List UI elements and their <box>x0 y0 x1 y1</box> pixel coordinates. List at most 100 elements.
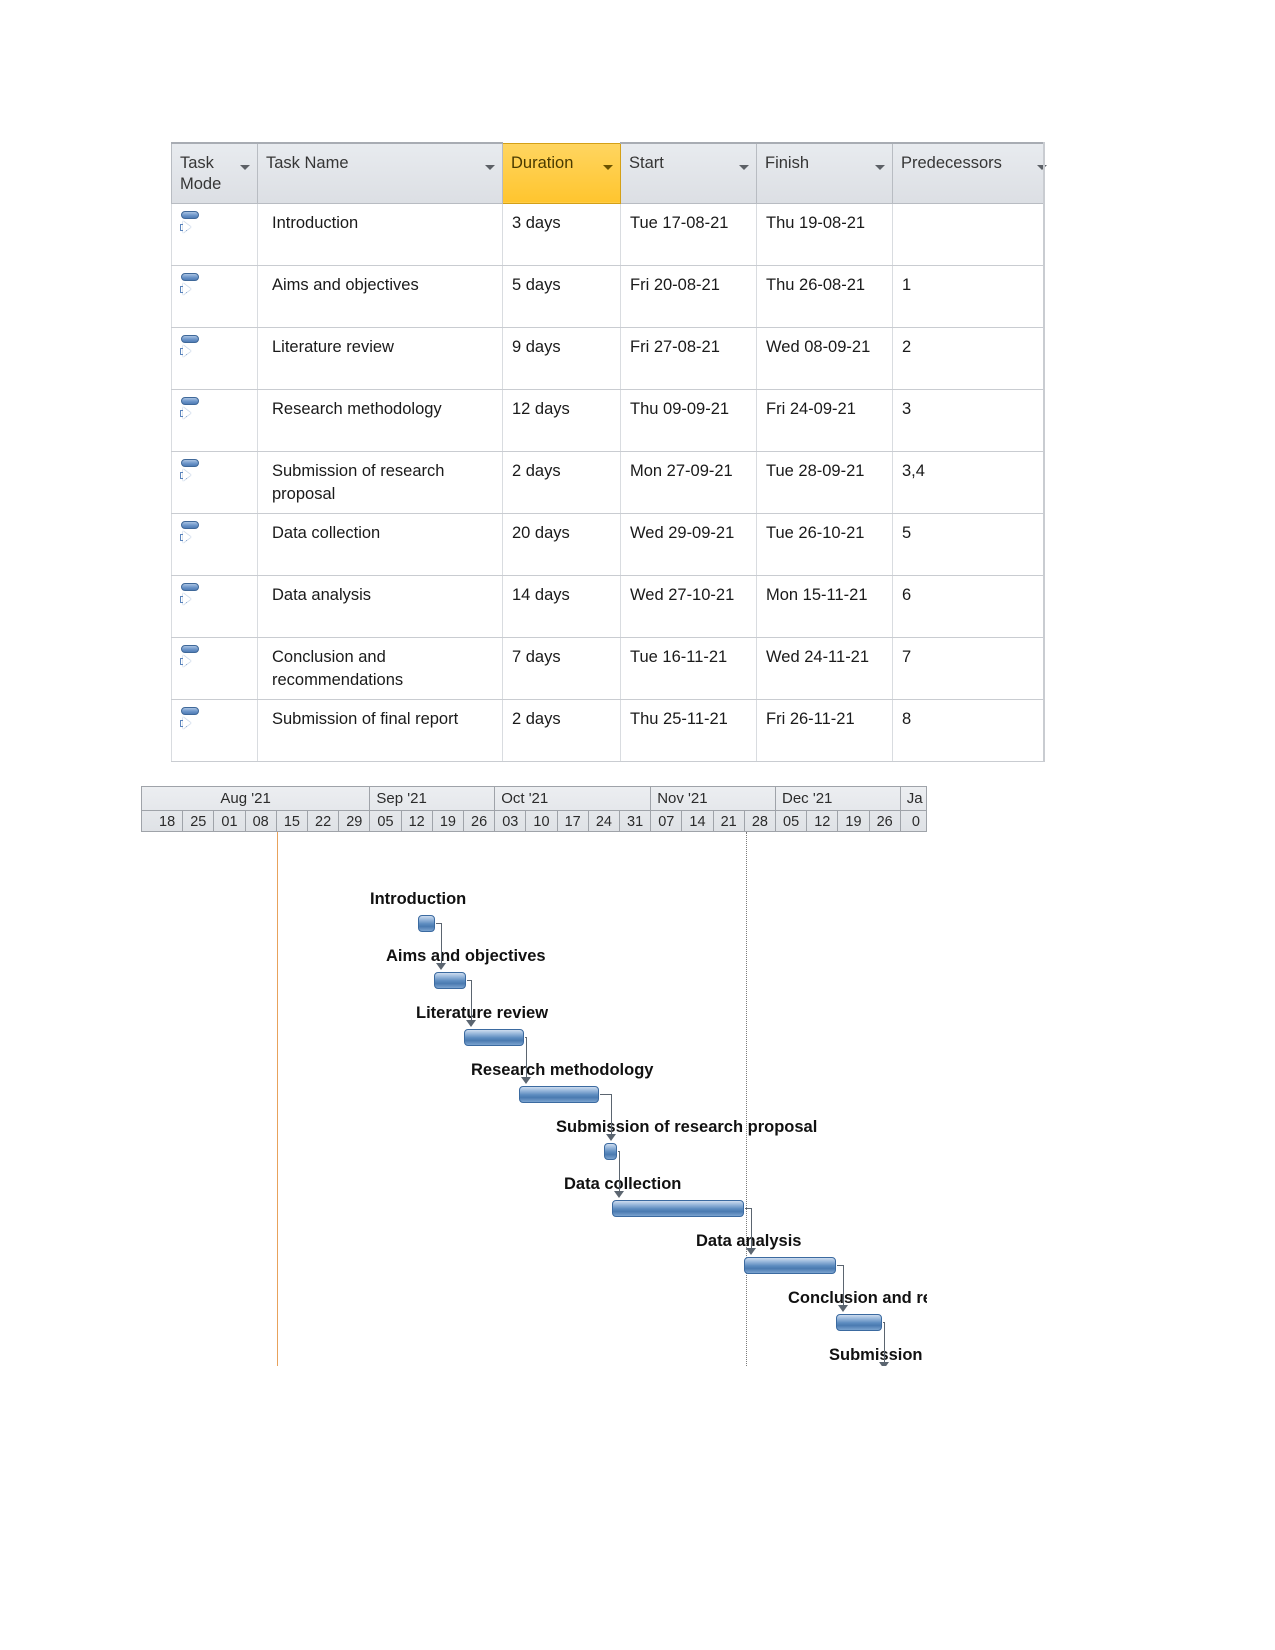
table-row[interactable]: Data collection 20 days Wed 29-09-21 Tue 26… <box>171 513 1044 577</box>
cell-duration[interactable]: 2 days <box>502 699 621 763</box>
table-row[interactable]: Data analysis 14 days Wed 27-10-21 Mon 15-1… <box>171 575 1044 639</box>
filter-dropdown-icon[interactable] <box>739 165 749 170</box>
cell-finish[interactable]: Thu 19-08-21 <box>756 203 893 267</box>
column-header-start[interactable]: Start <box>620 142 757 205</box>
cell-task-name[interactable]: Submission of research proposal <box>257 451 503 515</box>
gantt-week-cell: 07 <box>651 811 683 831</box>
cell-task-mode[interactable] <box>171 699 258 763</box>
cell-start[interactable]: Wed 27-10-21 <box>620 575 757 639</box>
cell-task-name[interactable]: Data collection <box>257 513 503 577</box>
cell-task-name[interactable]: Conclusion and recommendations <box>257 637 503 701</box>
cell-predecessors[interactable]: 2 <box>892 327 1044 391</box>
column-header-predecessors[interactable]: Predecessors <box>892 142 1047 205</box>
cell-task-name[interactable]: Research methodology <box>257 389 503 453</box>
gantt-bar[interactable] <box>434 972 466 989</box>
cell-task-name[interactable]: Literature review <box>257 327 503 391</box>
cell-finish[interactable]: Mon 15-11-21 <box>756 575 893 639</box>
cell-finish[interactable]: Tue 28-09-21 <box>756 451 893 515</box>
table-row[interactable]: Submission of final report 2 days Thu 25-1… <box>171 699 1044 763</box>
cell-predecessors[interactable]: 3 <box>892 389 1044 453</box>
gantt-week-cell: 21 <box>714 811 745 831</box>
gantt-bar[interactable] <box>744 1257 836 1274</box>
gantt-bar[interactable] <box>464 1029 524 1046</box>
cell-task-mode[interactable] <box>171 389 258 453</box>
task-table[interactable]: Task Mode Task Name Duration Start Finis… <box>171 142 1047 763</box>
cell-task-mode[interactable] <box>171 265 258 329</box>
cell-finish[interactable]: Fri 26-11-21 <box>756 699 893 763</box>
column-header-task-name[interactable]: Task Name <box>257 142 503 205</box>
cell-finish[interactable]: Fri 24-09-21 <box>756 389 893 453</box>
table-row[interactable]: Introduction 3 days Tue 17-08-21 Thu 19-08-… <box>171 203 1044 267</box>
column-header-duration[interactable]: Duration <box>502 142 621 205</box>
table-row[interactable]: Literature review 9 days Fri 27-08-21 Wed 0… <box>171 327 1044 391</box>
cell-start[interactable]: Tue 16-11-21 <box>620 637 757 701</box>
cell-predecessors[interactable]: 3,4 <box>892 451 1044 515</box>
gantt-week-cell: 22 <box>308 811 340 831</box>
cell-duration-text: 5 days <box>512 276 561 295</box>
filter-dropdown-icon[interactable] <box>240 165 250 170</box>
cell-task-name[interactable]: Submission of final report <box>257 699 503 763</box>
cell-task-name[interactable]: Data analysis <box>257 575 503 639</box>
cell-start[interactable]: Mon 27-09-21 <box>620 451 757 515</box>
cell-duration[interactable]: 2 days <box>502 451 621 515</box>
cell-task-mode[interactable] <box>171 575 258 639</box>
cell-start[interactable]: Thu 25-11-21 <box>620 699 757 763</box>
cell-finish[interactable]: Thu 26-08-21 <box>756 265 893 329</box>
cell-task-mode[interactable] <box>171 327 258 391</box>
cell-task-name-text: Data collection <box>272 524 381 543</box>
cell-predecessors[interactable]: 1 <box>892 265 1044 329</box>
gantt-bar[interactable] <box>519 1086 599 1103</box>
gantt-week-cell: 12 <box>807 811 839 831</box>
cell-finish[interactable]: Wed 08-09-21 <box>756 327 893 391</box>
gantt-month-cell: Nov '21 <box>651 787 776 810</box>
cell-duration[interactable]: 3 days <box>502 203 621 267</box>
cell-task-name-text: Introduction <box>272 214 359 233</box>
cell-duration[interactable]: 5 days <box>502 265 621 329</box>
cell-task-name[interactable]: Aims and objectives <box>257 265 503 329</box>
cell-start[interactable]: Fri 27-08-21 <box>620 327 757 391</box>
column-header-finish[interactable]: Finish <box>756 142 893 205</box>
table-row[interactable]: Research methodology 12 days Thu 09-09-21 F… <box>171 389 1044 453</box>
cell-task-mode[interactable] <box>171 451 258 515</box>
cell-start[interactable]: Fri 20-08-21 <box>620 265 757 329</box>
cell-finish[interactable]: Wed 24-11-21 <box>756 637 893 701</box>
cell-predecessors[interactable]: 6 <box>892 575 1044 639</box>
filter-dropdown-icon[interactable] <box>875 165 885 170</box>
gantt-bar[interactable] <box>836 1314 882 1331</box>
cell-start[interactable]: Thu 09-09-21 <box>620 389 757 453</box>
table-row[interactable]: Submission of research proposal 2 days Mon… <box>171 451 1044 515</box>
cell-task-name[interactable]: Introduction <box>257 203 503 267</box>
gantt-bar[interactable] <box>604 1143 617 1160</box>
cell-start-text: Fri 27-08-21 <box>630 338 720 357</box>
cell-task-mode[interactable] <box>171 203 258 267</box>
filter-dropdown-icon[interactable] <box>485 165 495 170</box>
cell-predecessors[interactable]: 7 <box>892 637 1044 701</box>
gantt-week-cell: 17 <box>558 811 589 831</box>
table-row[interactable]: Aims and objectives 5 days Fri 20-08-21 Thu… <box>171 265 1044 329</box>
cell-predecessors[interactable]: 5 <box>892 513 1044 577</box>
cell-duration-text: 14 days <box>512 586 570 605</box>
cell-start[interactable]: Tue 17-08-21 <box>620 203 757 267</box>
cell-predecessors[interactable]: 8 <box>892 699 1044 763</box>
gantt-bar[interactable] <box>418 915 435 932</box>
cell-task-name-text: Aims and objectives <box>272 276 419 295</box>
cell-task-mode[interactable] <box>171 513 258 577</box>
cell-task-mode[interactable] <box>171 637 258 701</box>
table-row[interactable]: Conclusion and recommendations 7 days Tue … <box>171 637 1044 701</box>
filter-dropdown-icon[interactable] <box>1037 165 1047 170</box>
cell-predecessors-text: 1 <box>902 276 912 295</box>
gantt-bar[interactable] <box>612 1200 744 1217</box>
cell-duration[interactable]: 14 days <box>502 575 621 639</box>
gantt-month-cell: Dec '21 <box>776 787 901 810</box>
cell-finish-text: Wed 08-09-21 <box>766 338 871 357</box>
cell-start[interactable]: Wed 29-09-21 <box>620 513 757 577</box>
cell-duration[interactable]: 9 days <box>502 327 621 391</box>
cell-predecessors[interactable] <box>892 203 1044 267</box>
column-header-task-mode[interactable]: Task Mode <box>171 142 258 205</box>
gantt-link-line <box>619 1151 620 1191</box>
filter-dropdown-icon[interactable] <box>603 164 613 170</box>
cell-finish[interactable]: Tue 26-10-21 <box>756 513 893 577</box>
cell-duration[interactable]: 20 days <box>502 513 621 577</box>
cell-duration[interactable]: 12 days <box>502 389 621 453</box>
cell-duration[interactable]: 7 days <box>502 637 621 701</box>
